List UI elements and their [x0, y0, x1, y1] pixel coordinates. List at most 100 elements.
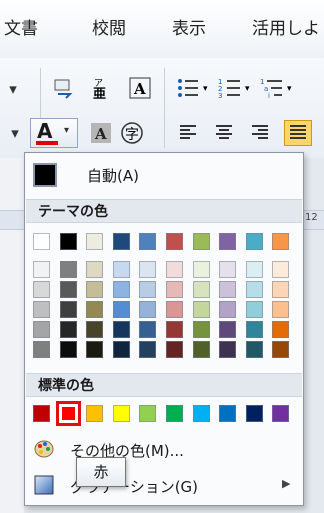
theme-shade-swatch[interactable]: [166, 321, 183, 338]
theme-shade-swatch[interactable]: [245, 301, 263, 318]
theme-shade-swatch[interactable]: [59, 301, 77, 318]
standard-color-swatch[interactable]: [219, 405, 237, 422]
bullets-icon[interactable]: ▾: [174, 74, 214, 102]
theme-shade-swatch[interactable]: [192, 341, 210, 358]
theme-shade-swatch[interactable]: [139, 341, 157, 358]
theme-shade-swatch[interactable]: [86, 321, 104, 338]
align-left-icon[interactable]: [174, 120, 202, 146]
theme-shade-swatch[interactable]: [139, 281, 157, 298]
theme-shade-swatch[interactable]: [219, 321, 237, 338]
theme-shade-swatch[interactable]: [245, 281, 263, 298]
standard-color-swatch[interactable]: [245, 405, 263, 422]
theme-shade-swatch[interactable]: [33, 341, 50, 358]
theme-shade-swatch[interactable]: [192, 301, 210, 318]
theme-shade-swatch[interactable]: [166, 301, 183, 318]
theme-shade-swatch[interactable]: [86, 281, 104, 298]
tab-use[interactable]: 活用しよ: [252, 14, 320, 39]
tab-review[interactable]: 校閲: [92, 14, 126, 39]
theme-shade-swatch[interactable]: [86, 341, 104, 358]
theme-shade-swatch[interactable]: [245, 341, 263, 358]
theme-shade-swatch[interactable]: [166, 261, 183, 278]
justify-icon[interactable]: [284, 120, 312, 146]
theme-shade-swatch[interactable]: [245, 321, 263, 338]
theme-shade-swatch[interactable]: [112, 341, 130, 358]
theme-color-swatch[interactable]: [245, 233, 263, 250]
enclose-characters-icon[interactable]: ア亜: [88, 74, 116, 102]
theme-shade-swatch[interactable]: [272, 321, 290, 338]
theme-shade-swatch[interactable]: [33, 321, 50, 338]
standard-color-swatch[interactable]: [166, 405, 183, 422]
theme-shade-swatch[interactable]: [86, 261, 104, 278]
chevron-down-icon[interactable]: ▾: [64, 125, 69, 136]
numbering-icon[interactable]: 1 2 3 ▾: [216, 74, 256, 102]
theme-color-swatch[interactable]: [33, 233, 50, 250]
standard-color-swatch[interactable]: [272, 405, 290, 422]
theme-color-swatch[interactable]: [166, 233, 183, 250]
theme-shade-swatch[interactable]: [192, 261, 210, 278]
ruler-mark: 12: [305, 212, 318, 223]
align-right-icon[interactable]: [246, 120, 274, 146]
svg-text:▾: ▾: [203, 84, 208, 94]
tab-document[interactable]: 文書: [4, 14, 38, 39]
theme-shade-swatch[interactable]: [33, 301, 50, 318]
font-color-button[interactable]: A ▾: [30, 118, 78, 148]
theme-shade-swatch[interactable]: [112, 261, 130, 278]
standard-color-swatch[interactable]: [86, 405, 104, 422]
theme-shade-swatch[interactable]: [59, 281, 77, 298]
gradient-icon: [34, 475, 54, 495]
tab-view[interactable]: 表示: [172, 14, 206, 39]
multilevel-list-icon[interactable]: 1 a i ▾: [258, 74, 298, 102]
theme-shade-swatch[interactable]: [139, 301, 157, 318]
theme-color-swatch[interactable]: [112, 233, 130, 250]
enclosed-character-icon[interactable]: 字: [118, 120, 146, 146]
theme-shade-swatch[interactable]: [192, 281, 210, 298]
standard-color-swatch[interactable]: [33, 405, 50, 422]
theme-shade-swatch[interactable]: [33, 281, 50, 298]
theme-color-swatch[interactable]: [219, 233, 237, 250]
phonetic-guide-icon[interactable]: [50, 74, 78, 102]
theme-shade-swatch[interactable]: [139, 261, 157, 278]
theme-shade-swatch[interactable]: [33, 261, 50, 278]
theme-shade-swatch[interactable]: [272, 341, 290, 358]
theme-color-swatch[interactable]: [59, 233, 77, 250]
theme-shade-swatch[interactable]: [112, 321, 130, 338]
theme-colors-header: テーマの色: [26, 199, 302, 223]
theme-color-swatch[interactable]: [86, 233, 104, 250]
theme-shade-swatch[interactable]: [219, 341, 237, 358]
dropdown-arrow-icon[interactable]: ▾: [0, 76, 26, 102]
theme-shade-swatch[interactable]: [219, 281, 237, 298]
standard-color-swatch[interactable]: [112, 405, 130, 422]
theme-shade-swatch[interactable]: [59, 321, 77, 338]
theme-shade-swatch[interactable]: [112, 301, 130, 318]
theme-color-swatch[interactable]: [192, 233, 210, 250]
dropdown-arrow-icon[interactable]: ▾: [4, 121, 26, 145]
theme-shade-swatch[interactable]: [272, 261, 290, 278]
theme-shade-swatch[interactable]: [272, 301, 290, 318]
theme-color-swatch[interactable]: [272, 233, 290, 250]
theme-shade-swatch[interactable]: [219, 301, 237, 318]
standard-color-swatch-selected[interactable]: [55, 401, 81, 426]
theme-shade-swatch[interactable]: [245, 261, 263, 278]
theme-shade-swatch[interactable]: [139, 321, 157, 338]
theme-shade-swatch[interactable]: [219, 261, 237, 278]
character-shading-icon[interactable]: A: [88, 120, 114, 146]
standard-color-swatch[interactable]: [192, 405, 210, 422]
automatic-color-label: 自動(A): [87, 167, 139, 185]
standard-color-swatch[interactable]: [139, 405, 157, 422]
theme-shade-swatch[interactable]: [59, 341, 77, 358]
more-colors-item[interactable]: その他の色(M)...: [26, 435, 302, 463]
theme-shade-swatch[interactable]: [112, 281, 130, 298]
gradient-item[interactable]: グラデーション(G) ▶: [26, 471, 302, 499]
align-center-icon[interactable]: [210, 120, 238, 146]
theme-shade-swatch[interactable]: [86, 301, 104, 318]
svg-text:▾: ▾: [287, 84, 292, 94]
automatic-color-item[interactable]: 自動(A): [31, 161, 297, 189]
theme-shade-swatch[interactable]: [192, 321, 210, 338]
theme-shade-swatch[interactable]: [166, 341, 183, 358]
font-color-letter: A: [37, 119, 53, 143]
theme-color-swatch[interactable]: [139, 233, 157, 250]
theme-shade-swatch[interactable]: [59, 261, 77, 278]
theme-shade-swatch[interactable]: [166, 281, 183, 298]
character-border-icon[interactable]: A: [126, 74, 154, 102]
theme-shade-swatch[interactable]: [272, 281, 290, 298]
